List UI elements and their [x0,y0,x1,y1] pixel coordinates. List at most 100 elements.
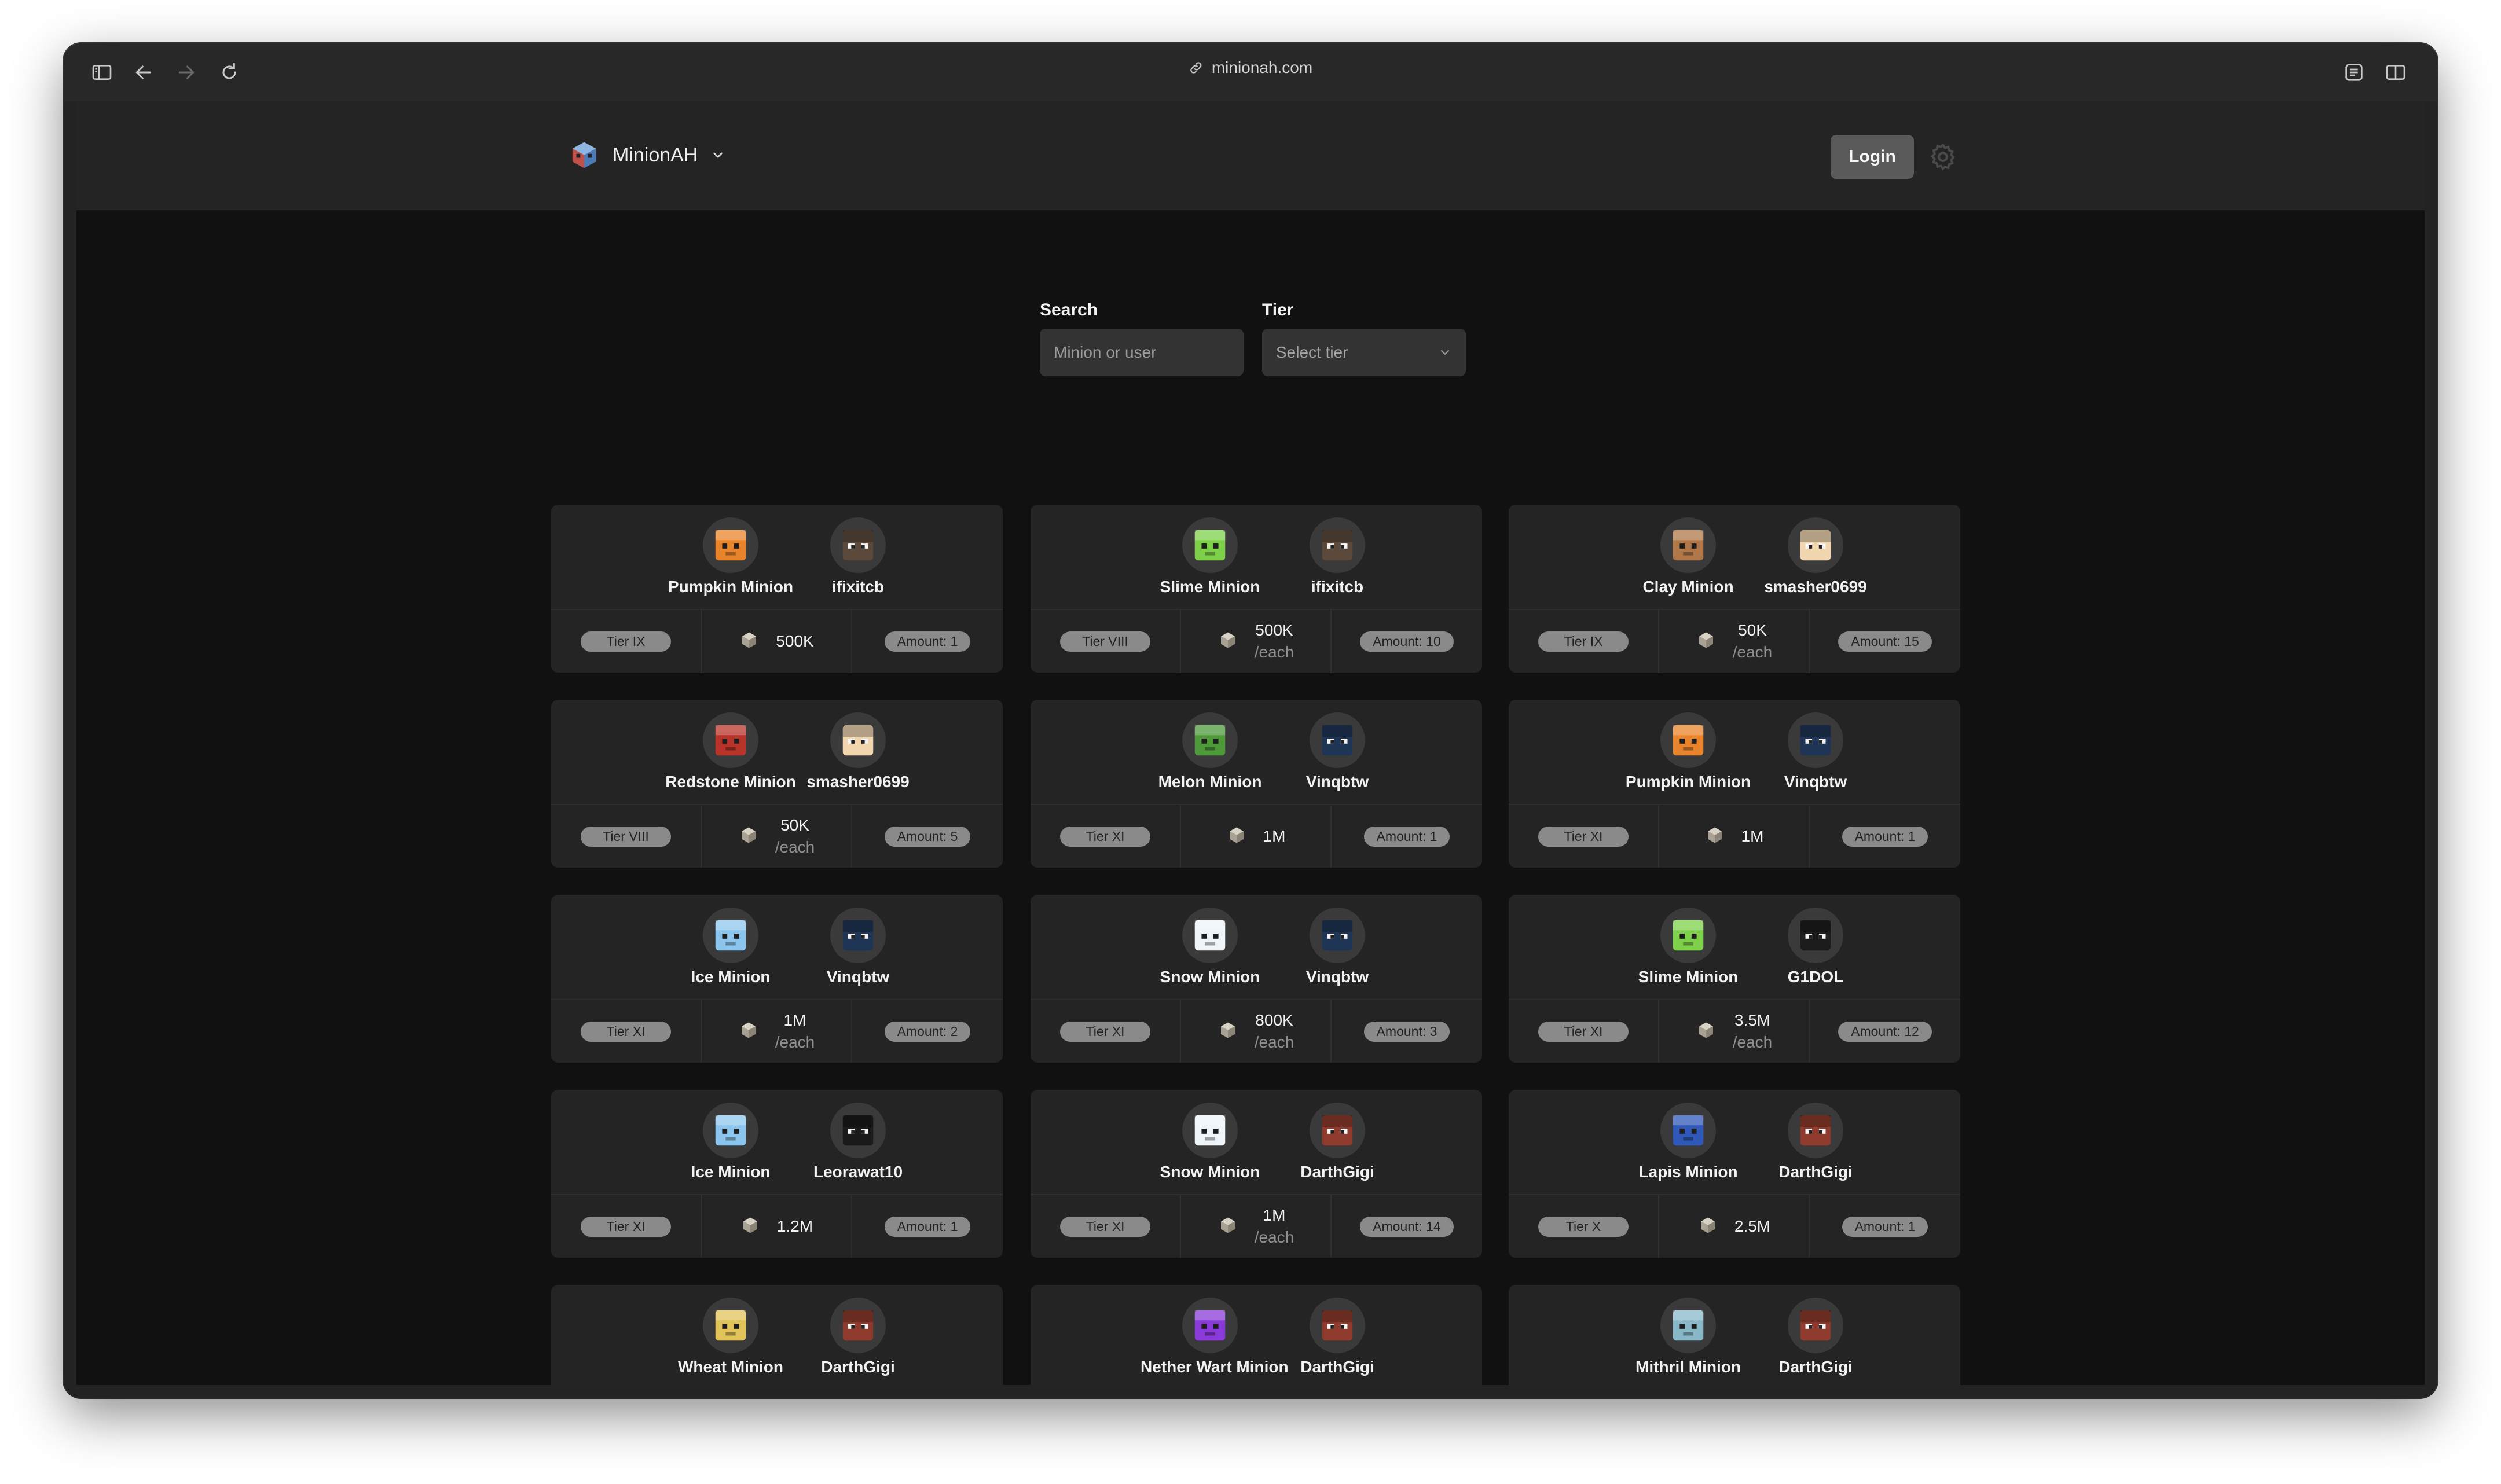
minion-name: Redstone Minion [665,773,796,791]
listing-card[interactable]: Ice Minion Leorawat10 Tier XI 1.2M Amount: 1 [551,1090,1003,1258]
minion-head-icon [1182,1298,1238,1353]
seller-info[interactable]: DarthGigi [1268,1298,1407,1376]
listing-card[interactable]: Snow Minion DarthGigi Tier XI 1M/each Amount… [1031,1090,1482,1258]
listing-header: Wheat Minion DarthGigi [551,1285,1003,1385]
listing-header: Lapis Minion DarthGigi [1509,1090,1960,1194]
listing-details: Tier VIII 500K/each Amount: 10 [1031,610,1482,673]
listing-header: Pumpkin Minion Vinqbtw [1509,700,1960,804]
minion-head-icon [703,1103,758,1158]
listing-header: Snow Minion DarthGigi [1031,1090,1482,1194]
reload-icon[interactable] [214,57,244,87]
seller-info[interactable]: DarthGigi [1268,1103,1407,1181]
listing-card[interactable]: Pumpkin Minion ifixitcb Tier IX 500K Amount:… [551,505,1003,673]
listing-card[interactable]: Slime Minion G1DOL Tier XI 3.5M/each Amount:… [1509,895,1960,1063]
price-unit: /each [1254,1228,1294,1246]
seller-name: DarthGigi [821,1358,895,1376]
minion-name: Mithril Minion [1635,1358,1741,1376]
minion-info[interactable]: Ice Minion [661,1103,800,1181]
listing-card[interactable]: Snow Minion Vinqbtw Tier XI 800K/each Amount… [1031,895,1482,1063]
minion-info[interactable]: Redstone Minion [661,712,800,791]
seller-name: DarthGigi [1300,1163,1374,1181]
amount-badge: Amount: 1 [1842,826,1928,847]
minion-info[interactable]: Slime Minion [1141,517,1279,596]
minion-info[interactable]: Melon Minion [1141,712,1279,791]
seller-info[interactable]: G1DOL [1746,908,1885,986]
minion-name: Ice Minion [691,1163,771,1181]
login-button[interactable]: Login [1831,135,1914,179]
gear-icon[interactable] [1928,142,1958,172]
tier-badge: Tier IX [581,631,671,652]
tier-badge: Tier IX [1538,631,1629,652]
seller-info[interactable]: Vinqbtw [1268,712,1407,791]
minion-info[interactable]: Nether Wart Minion [1141,1298,1289,1376]
minion-name: Snow Minion [1160,968,1260,986]
minion-info[interactable]: Wheat Minion [661,1298,800,1376]
listing-card[interactable]: Pumpkin Minion Vinqbtw Tier XI 1M Amount: 1 [1509,700,1960,868]
seller-info[interactable]: smasher0699 [789,712,927,791]
coin-icon [1218,1020,1238,1044]
tier-select[interactable]: Select tier [1262,329,1466,376]
address-bar[interactable]: minionah.com [1189,58,1312,77]
seller-info[interactable]: ifixitcb [1268,517,1407,596]
listing-card[interactable]: Redstone Minion smasher0699 Tier VIII 50K/e… [551,700,1003,868]
listing-header: Ice Minion Vinqbtw [551,895,1003,999]
listing-card[interactable]: Nether Wart MinionDarthGigiTier XI600KAm… [1031,1285,1482,1385]
listing-card[interactable]: Melon Minion Vinqbtw Tier XI 1M Amount: 1 [1031,700,1482,868]
reader-icon[interactable] [2339,57,2369,87]
forward-arrow-icon[interactable] [171,57,201,87]
listing-card[interactable]: Slime Minion ifixitcb Tier VIII 500K/each Am… [1031,505,1482,673]
seller-info[interactable]: DarthGigi [1746,1298,1885,1376]
seller-info[interactable]: smasher0699 [1746,517,1885,596]
minion-info[interactable]: Pumpkin Minion [1619,712,1758,791]
minion-info[interactable]: Pumpkin Minion [661,517,800,596]
minion-head-icon [1182,908,1238,963]
seller-avatar-icon [1788,908,1843,963]
seller-info[interactable]: Vinqbtw [1268,908,1407,986]
price-value: 500K [776,632,814,650]
seller-info[interactable]: Vinqbtw [789,908,927,986]
minion-name: Lapis Minion [1638,1163,1738,1181]
listing-card[interactable]: Lapis Minion DarthGigi Tier X 2.5M Amount: 1 [1509,1090,1960,1258]
listing-card[interactable]: Clay Minion smasher0699 Tier IX 50K/each Amo… [1509,505,1960,673]
price: 500K/each [1218,619,1294,663]
listing-header: Redstone Minion smasher0699 [551,700,1003,804]
minion-info[interactable]: Snow Minion [1141,908,1279,986]
split-view-icon[interactable] [2381,57,2411,87]
seller-avatar-icon [1788,1103,1843,1158]
price: 50K/each [1696,619,1772,663]
coin-icon [1696,1020,1717,1044]
listing-card[interactable]: Wheat MinionDarthGigiTier XI500KAmount: … [551,1285,1003,1385]
minion-head-icon [1660,908,1716,963]
listing-card[interactable]: Ice Minion Vinqbtw Tier XI 1M/each Amount: 2 [551,895,1003,1063]
seller-info[interactable]: DarthGigi [789,1298,927,1376]
minion-info[interactable]: Clay Minion [1619,517,1758,596]
seller-info[interactable]: Vinqbtw [1746,712,1885,791]
seller-info[interactable]: DarthGigi [1746,1103,1885,1181]
amount-badge: Amount: 15 [1838,631,1932,652]
back-arrow-icon[interactable] [129,57,159,87]
seller-name: Leorawat10 [813,1163,903,1181]
coin-icon [1218,630,1238,653]
tier-badge: Tier XI [581,1021,671,1042]
minion-head-icon [703,517,758,573]
minion-info[interactable]: Snow Minion [1141,1103,1279,1181]
price-value: 1M [1263,1206,1286,1224]
price-value: 3.5M [1734,1011,1771,1029]
seller-info[interactable]: Leorawat10 [789,1103,927,1181]
price-unit: /each [775,838,815,856]
brand-menu[interactable]: MinionAH [569,127,725,183]
seller-info[interactable]: ifixitcb [789,517,927,596]
minion-info[interactable]: Mithril Minion [1619,1298,1758,1376]
amount-badge: Amount: 5 [884,826,971,847]
amount-badge: Amount: 1 [1842,1216,1928,1237]
minion-info[interactable]: Ice Minion [661,908,800,986]
minion-name: Ice Minion [691,968,771,986]
minion-info[interactable]: Lapis Minion [1619,1103,1758,1181]
sidebar-toggle-icon[interactable] [87,57,117,87]
minion-info[interactable]: Slime Minion [1619,908,1758,986]
search-input[interactable] [1040,329,1244,376]
tier-badge: Tier XI [581,1216,671,1237]
tier-badge: Tier X [1538,1216,1629,1237]
listing-card[interactable]: Mithril MinionDarthGigiTier X1MAmount: 1 [1509,1285,1960,1385]
listing-header: Mithril Minion DarthGigi [1509,1285,1960,1385]
